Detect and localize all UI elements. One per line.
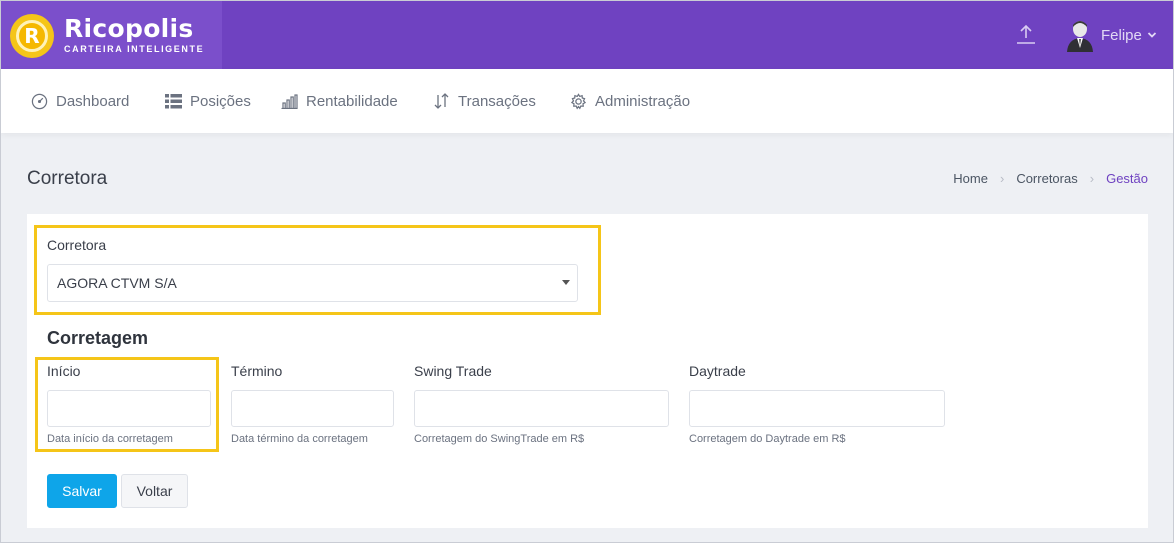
user-menu[interactable]: Felipe [1066,16,1157,54]
inicio-label: Início [47,363,81,379]
bar-chart-icon [281,93,298,109]
user-name: Felipe [1101,26,1142,44]
chevron-down-icon [1147,32,1156,38]
nav-label: Posições [190,92,251,110]
nav-item-dashboard[interactable]: Dashboard [31,90,129,112]
corretora-label: Corretora [47,237,107,253]
nav-item-transacoes[interactable]: Transações [433,90,536,112]
section-title: Corretagem [47,328,149,348]
swing-trade-label: Swing Trade [414,363,492,379]
termino-help: Data término da corretagem [231,433,368,445]
nav-item-administracao[interactable]: Administração [570,90,690,112]
brand-tagline: CARTEIRA INTELIGENTE [64,44,205,54]
brand[interactable]: R Ricopolis CARTEIRA INTELIGENTE [0,0,222,69]
daytrade-label: Daytrade [689,363,746,379]
breadcrumb-corretoras[interactable]: Corretoras [1016,171,1077,186]
form-card: Corretora AGORA CTVM S/A Corretagem Iníc… [27,214,1148,528]
termino-label: Término [231,363,283,379]
corretora-value: AGORA CTVM S/A [57,275,177,291]
upload-icon[interactable] [1014,22,1038,46]
nav-label: Rentabilidade [306,92,398,110]
chevron-right-icon: › [1089,171,1095,186]
main-nav: Dashboard Posições Rentabilidade Transaç… [1,69,1173,133]
table-icon [165,93,182,108]
breadcrumb-gestao: Gestão [1106,171,1148,186]
dashboard-icon [31,93,48,109]
nav-label: Transações [458,92,536,110]
termino-input[interactable] [231,390,394,427]
transfer-icon [434,93,449,109]
logo-icon: R [10,14,54,58]
page-title: Corretora [27,168,108,189]
breadcrumb-home[interactable]: Home [953,171,988,186]
nav-item-posicoes[interactable]: Posições [165,90,251,112]
nav-label: Administração [595,92,691,110]
daytrade-help: Corretagem do Daytrade em R$ [689,433,846,445]
chevron-right-icon: › [999,171,1005,186]
swing-trade-input[interactable] [414,390,669,427]
nav-item-rentabilidade[interactable]: Rentabilidade [281,90,398,112]
back-button[interactable]: Voltar [121,474,188,508]
daytrade-input[interactable] [689,390,945,427]
swing-trade-help: Corretagem do SwingTrade em R$ [414,433,585,445]
brand-name: Ricopolis [64,14,194,43]
gear-icon [570,92,587,109]
inicio-help: Data início da corretagem [47,433,173,445]
user-avatar [1067,21,1093,52]
inicio-input[interactable] [47,390,211,427]
breadcrumb: Home › Corretoras › Gestão [953,171,1148,186]
corretora-select[interactable]: AGORA CTVM S/A [47,264,578,302]
dropdown-caret-icon [562,280,570,285]
nav-label: Dashboard [56,92,130,110]
save-button[interactable]: Salvar [47,474,117,508]
top-bar: R Ricopolis CARTEIRA INTELIGENTE Felipe [0,0,1174,69]
